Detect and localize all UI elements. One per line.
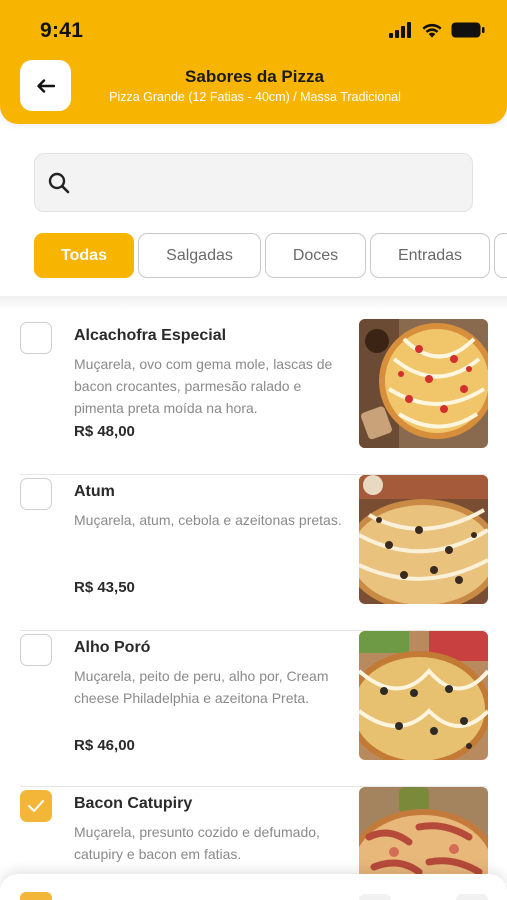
item-name: Atum — [74, 483, 115, 500]
list-item[interactable]: Alho Poró Muçarela, peito de peru, alho … — [0, 631, 507, 787]
wifi-icon — [422, 23, 442, 38]
item-name: Alcachofra Especial — [74, 327, 227, 344]
list-item[interactable]: Atum Muçarela, atum, cebola e azeitonas … — [0, 475, 507, 631]
item-description: Muçarela, atum, cebola e azeitonas preta… — [74, 512, 342, 528]
category-tabs: Todas Salgadas Doces Entradas — [34, 233, 507, 279]
tab-todas[interactable]: Todas — [34, 233, 134, 278]
tab-doces[interactable]: Doces — [265, 233, 366, 278]
search-bar[interactable] — [34, 153, 473, 212]
list-top-shadow — [0, 296, 507, 310]
item-checkbox[interactable] — [20, 478, 52, 510]
item-price: R$ 43,50 — [74, 579, 135, 596]
item-checkbox[interactable] — [20, 634, 52, 666]
search-input[interactable] — [85, 154, 465, 211]
item-price: R$ 46,00 — [74, 737, 135, 754]
list-item[interactable]: Alcachofra Especial Muçarela, ovo com ge… — [0, 319, 507, 475]
item-name: Bacon Catupiry — [74, 795, 193, 812]
pizza-image — [359, 475, 488, 604]
page-subtitle: Pizza Grande (12 Fatias - 40cm) / Massa … — [109, 90, 401, 104]
signal-icon — [389, 22, 411, 38]
page-title: Sabores da Pizza — [185, 67, 324, 86]
item-checkbox-checked[interactable] — [20, 790, 52, 822]
tab-salgadas[interactable]: Salgadas — [138, 233, 261, 278]
item-price: R$ 48,00 — [74, 423, 135, 440]
status-icons — [389, 22, 485, 38]
tab-entradas[interactable]: Entradas — [370, 233, 490, 278]
item-description: Muçarela, presunto cozido e defumado, ca… — [74, 824, 320, 862]
item-checkbox[interactable] — [20, 322, 52, 354]
check-icon — [28, 800, 44, 812]
item-name: Alho Poró — [74, 639, 151, 656]
app-header: 9:41 Sabores da Pizza Pizza Grande (12 F… — [0, 0, 507, 124]
pizza-image — [359, 631, 488, 760]
battery-icon — [451, 22, 485, 38]
status-bar: 9:41 — [0, 0, 507, 60]
item-placeholder — [359, 894, 391, 900]
item-checkbox-checked[interactable] — [20, 892, 52, 900]
search-icon — [48, 172, 70, 194]
bottom-sheet — [0, 874, 507, 900]
item-placeholder — [456, 894, 488, 900]
pizza-image — [359, 319, 488, 448]
item-description: Muçarela, ovo com gema mole, lascas de b… — [74, 356, 333, 416]
tab-more[interactable] — [494, 233, 507, 278]
status-time: 9:41 — [40, 19, 84, 42]
item-description: Muçarela, peito de peru, alho por, Cream… — [74, 668, 329, 706]
